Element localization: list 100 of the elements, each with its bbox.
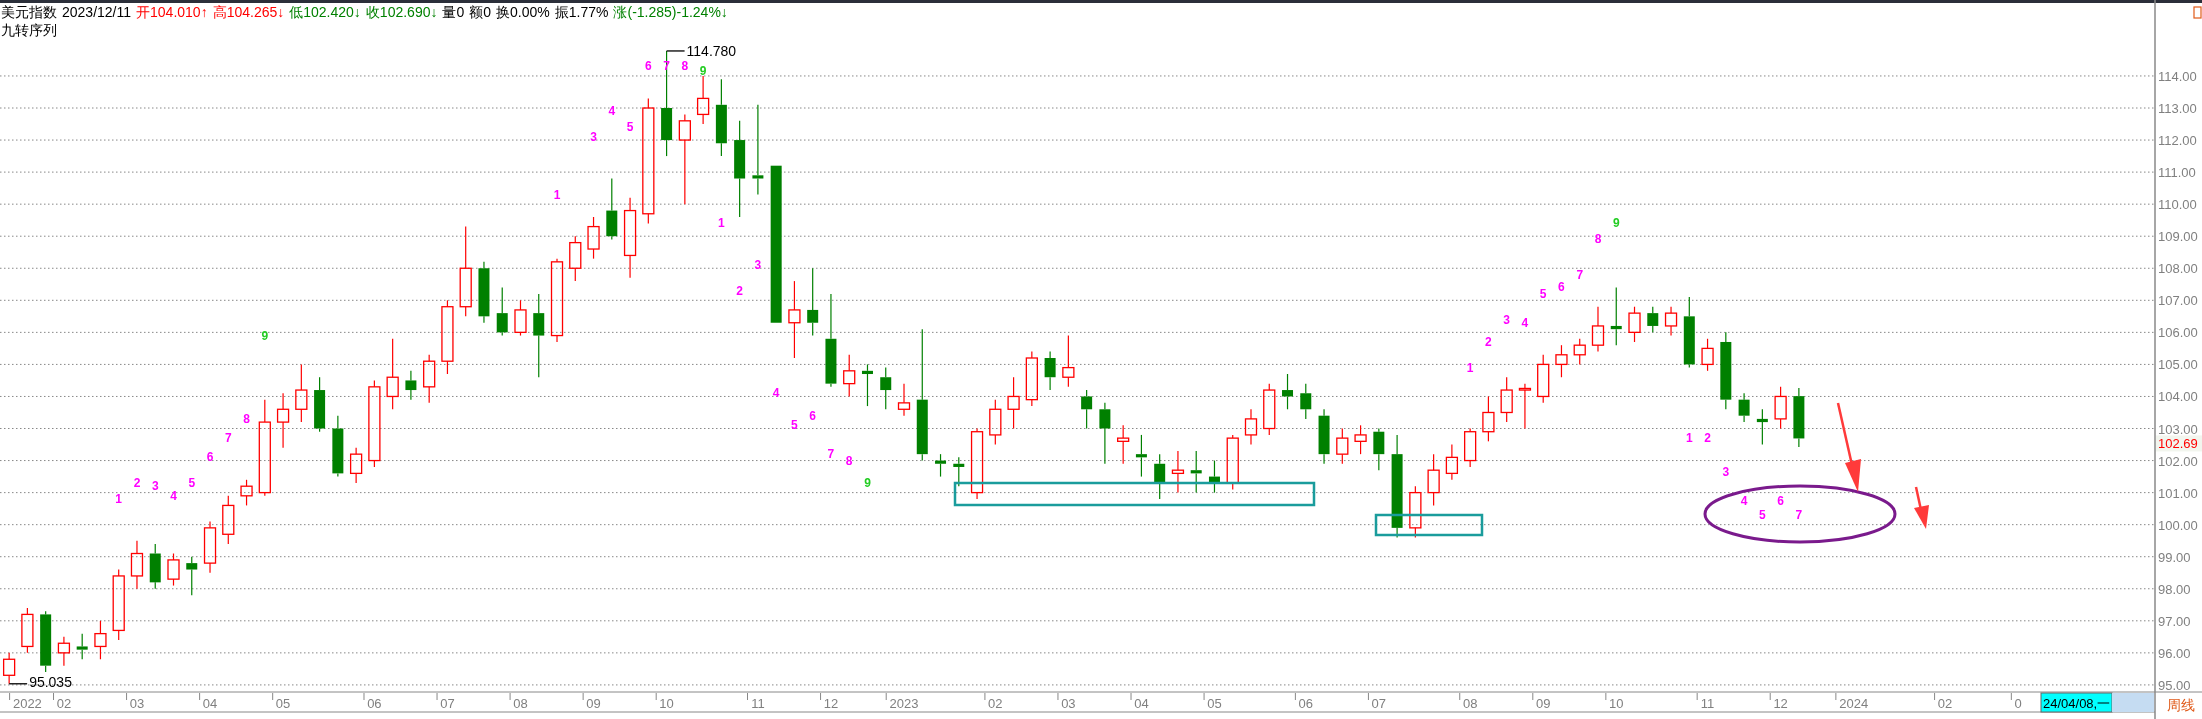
candle (1774, 386, 1787, 430)
sequence-count: 4 (772, 386, 780, 401)
sequence-count: 5 (791, 418, 798, 433)
axis-label: 113.00 (2158, 101, 2197, 116)
axis-label: 12 (1773, 696, 1788, 711)
candle (1135, 434, 1147, 478)
candle (1007, 376, 1020, 430)
axis-label: 03 (1061, 696, 1076, 711)
sequence-count: 9 (699, 64, 707, 79)
axis-label: 103.00 (2158, 421, 2198, 437)
sequence-count: 3 (151, 479, 159, 494)
quote-field: 收102.690↓ (365, 3, 438, 21)
candle (1208, 459, 1220, 494)
axis-label: 106.00 (2158, 325, 2198, 341)
candle (1701, 338, 1714, 372)
candle (1318, 408, 1330, 465)
axis-label: 07 (440, 696, 455, 711)
axis-label: 98.00 (2158, 581, 2191, 597)
sequence-count: 9 (1612, 216, 1620, 231)
sequence-count: 7 (224, 431, 232, 446)
sequence-count: 5 (1759, 508, 1766, 523)
axis-label: 10 (1609, 696, 1624, 711)
axis-label: 2024 (1839, 696, 1869, 711)
sequence-count: 4 (1740, 493, 1748, 508)
axis-label: 10 (659, 696, 674, 711)
candle (76, 633, 88, 660)
leader-line (665, 50, 686, 52)
candle (1226, 434, 1239, 490)
candle (314, 376, 326, 433)
axis-label: 2023 (889, 696, 919, 711)
candle (1464, 427, 1477, 468)
axis-label: 102.00 (2158, 453, 2198, 469)
sequence-count: 9 (261, 328, 269, 343)
candle (1555, 344, 1568, 378)
sequence-count: 8 (243, 411, 250, 426)
axis-label: 09 (586, 696, 601, 711)
axis-label: 97.00 (2158, 613, 2191, 629)
candle (862, 363, 873, 407)
axis-label: 108.00 (2158, 261, 2198, 277)
axis-label: 114.00 (2158, 68, 2197, 84)
axis-label: 02 (1937, 696, 1953, 711)
axis-label: 09 (1535, 696, 1551, 711)
candle (1373, 427, 1385, 471)
quote-field: 量0 (442, 3, 465, 21)
axis-label: 112.00 (2158, 133, 2197, 149)
axis-label: 11 (1700, 696, 1715, 711)
candle (1354, 424, 1367, 455)
sequence-count: 5 (188, 476, 196, 490)
sequence-count: 6 (645, 59, 652, 74)
sequence-count: 6 (1777, 493, 1784, 508)
axis-label: 05 (275, 696, 291, 711)
axis-label: 06 (367, 696, 382, 711)
sequence-count: 2 (1485, 334, 1492, 349)
sequence-count: 1 (553, 187, 561, 202)
sequence-count: 6 (1558, 280, 1565, 295)
status-box (2112, 693, 2154, 712)
candle (57, 636, 71, 667)
candle (897, 383, 911, 417)
axis-label: 02 (988, 696, 1003, 711)
quote-field: 低102.420↓ (289, 3, 361, 21)
candle (149, 543, 161, 590)
candle (1793, 387, 1805, 448)
quote-field: 振1.77% (554, 3, 609, 21)
axis-label: 101.00 (2158, 485, 2198, 501)
axis-label: 04 (1134, 696, 1149, 711)
quote-field: 高104.265↓ (212, 3, 285, 21)
candle (1081, 389, 1093, 430)
candle (1573, 338, 1586, 365)
candle (1171, 450, 1185, 494)
candle (332, 415, 344, 478)
candle (1300, 383, 1312, 420)
candle (1647, 306, 1659, 333)
sequence-count: 1 (115, 492, 123, 506)
sequence-count: 8 (845, 453, 853, 468)
axis-label: 02 (56, 696, 72, 711)
quote-field: 额0 (469, 3, 492, 21)
axis-label: 04 (202, 696, 218, 711)
candle (953, 456, 965, 487)
candle (423, 354, 436, 404)
axis-label: 2022 (12, 696, 42, 711)
candle (1518, 383, 1532, 430)
sequence-count: 3 (1722, 464, 1730, 479)
leader-line (8, 683, 28, 685)
candle (569, 235, 582, 282)
axis-label: 104.00 (2158, 389, 2198, 405)
candle (1445, 443, 1459, 481)
candle (1664, 306, 1678, 337)
candle (405, 370, 417, 401)
candle (1628, 306, 1641, 343)
candle (1336, 427, 1349, 465)
sequence-count: 1 (1466, 360, 1474, 375)
cursor-date: 24/04/08,一 (2043, 696, 2111, 711)
quote-field: 美元指数 (1, 3, 57, 21)
sequence-count: 3 (1503, 312, 1510, 327)
sequence-count: 2 (736, 283, 743, 298)
candle (1756, 408, 1768, 446)
axis-label: 03 (129, 696, 145, 711)
period-tab[interactable]: 周线 (2167, 697, 2195, 713)
sequence-count: 5 (626, 120, 634, 135)
candle (1500, 376, 1513, 423)
